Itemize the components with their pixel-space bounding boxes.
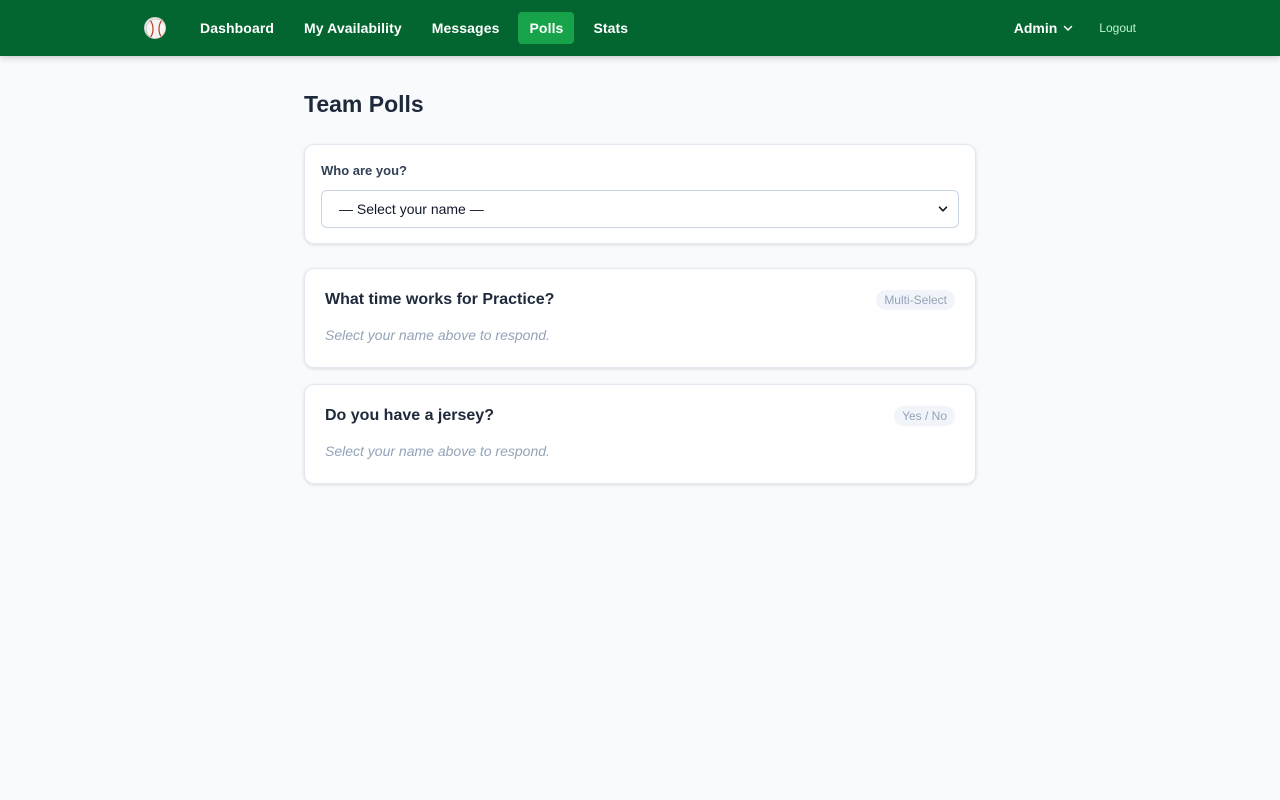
nav-dashboard[interactable]: Dashboard <box>189 12 285 44</box>
chevron-down-icon <box>938 206 948 212</box>
nav-links: Dashboard My Availability Messages Polls… <box>189 12 639 44</box>
name-select[interactable]: — Select your name — <box>321 190 959 228</box>
page-title: Team Polls <box>304 91 424 117</box>
admin-menu-label: Admin <box>1013 20 1058 36</box>
chevron-down-icon <box>1064 25 1073 31</box>
poll-card: Do you have a jersey? Yes / No Select yo… <box>304 384 976 484</box>
poll-question: What time works for Practice? <box>325 291 555 308</box>
baseball-icon[interactable] <box>144 17 166 39</box>
navbar-inner: Dashboard My Availability Messages Polls… <box>144 0 1136 56</box>
nav-polls[interactable]: Polls <box>518 12 575 44</box>
poll-type-badge: Yes / No <box>894 406 955 426</box>
top-navbar: Dashboard My Availability Messages Polls… <box>0 0 1280 56</box>
poll-card: What time works for Practice? Multi-Sele… <box>304 268 976 368</box>
poll-header: Do you have a jersey? Yes / No <box>325 405 955 427</box>
nav-stats[interactable]: Stats <box>582 12 639 44</box>
poll-hint: Select your name above to respond. <box>325 443 550 459</box>
poll-hint: Select your name above to respond. <box>325 327 550 343</box>
poll-type-badge: Multi-Select <box>876 290 955 310</box>
nav-right: Admin Logout <box>1014 20 1136 36</box>
poll-header: What time works for Practice? Multi-Sele… <box>325 289 955 311</box>
nav-messages[interactable]: Messages <box>421 12 511 44</box>
admin-menu[interactable]: Admin <box>1014 20 1074 36</box>
logout-link[interactable]: Logout <box>1099 21 1136 35</box>
identity-card: Who are you? — Select your name — <box>304 144 976 244</box>
poll-question: Do you have a jersey? <box>325 407 494 424</box>
main-content: Team Polls Who are you? — Select your na… <box>304 88 976 484</box>
nav-my-availability[interactable]: My Availability <box>293 12 413 44</box>
name-select-value: — Select your name — <box>339 201 484 217</box>
identity-label: Who are you? <box>321 163 407 178</box>
